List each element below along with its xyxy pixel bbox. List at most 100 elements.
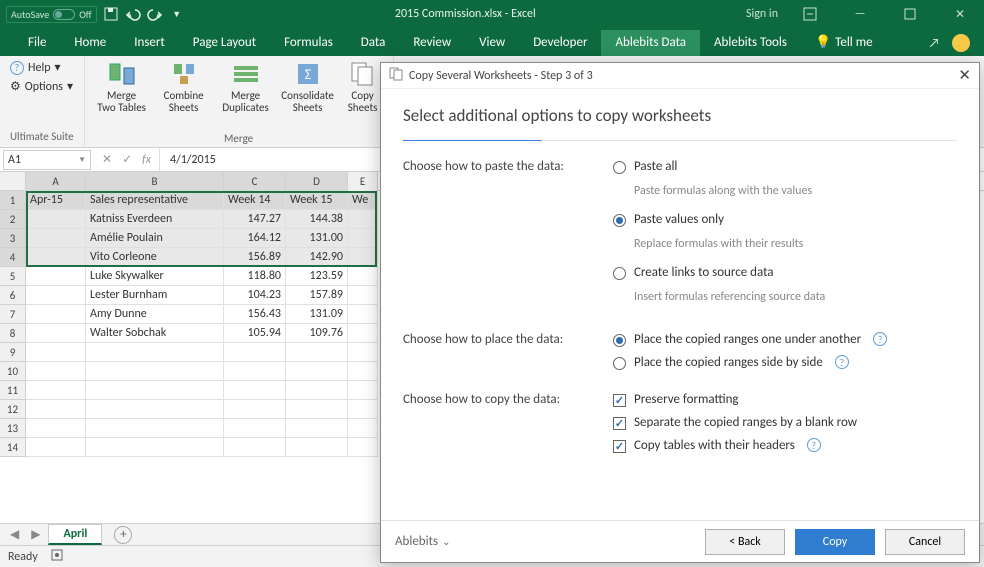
cell[interactable] — [86, 343, 224, 362]
cell[interactable] — [26, 419, 86, 438]
check-copy-headers[interactable]: Copy tables with their headers? — [613, 438, 957, 453]
row-header[interactable]: 4 — [0, 248, 26, 267]
cell[interactable]: Week 15 — [286, 191, 348, 210]
check-preserve-formatting[interactable]: Preserve formatting — [613, 392, 957, 407]
sheet-nav-next-icon[interactable]: ▶ — [27, 527, 44, 542]
merge-two-tables-button[interactable]: Merge Two Tables — [95, 60, 149, 114]
smiley-icon[interactable] — [952, 34, 970, 52]
formula-value[interactable]: 4/1/2015 — [160, 153, 216, 167]
col-header[interactable]: A — [26, 172, 86, 191]
macro-record-icon[interactable] — [50, 548, 64, 566]
cell[interactable] — [348, 267, 378, 286]
cell[interactable]: Luke Skywalker — [86, 267, 224, 286]
cell[interactable]: 157.89 — [286, 286, 348, 305]
tab-data[interactable]: Data — [347, 30, 400, 56]
cell[interactable]: 156.43 — [224, 305, 286, 324]
row-header[interactable]: 11 — [0, 381, 26, 400]
row-header[interactable]: 14 — [0, 438, 26, 457]
cell[interactable]: 109.76 — [286, 324, 348, 343]
help-icon[interactable]: ? — [835, 355, 849, 369]
row-header[interactable]: 2 — [0, 210, 26, 229]
brand-label[interactable]: Ablebits ⌄ — [395, 534, 450, 549]
cell[interactable] — [26, 400, 86, 419]
cell[interactable]: 118.80 — [224, 267, 286, 286]
cell[interactable] — [348, 324, 378, 343]
radio-place-under[interactable]: Place the copied ranges one under anothe… — [613, 332, 957, 347]
cell[interactable]: 131.00 — [286, 229, 348, 248]
cell[interactable] — [348, 362, 378, 381]
col-header[interactable]: D — [286, 172, 348, 191]
dialog-close-icon[interactable]: ✕ — [958, 66, 971, 85]
cell[interactable] — [348, 381, 378, 400]
cell[interactable]: 104.23 — [224, 286, 286, 305]
cell[interactable]: 105.94 — [224, 324, 286, 343]
cell[interactable] — [26, 286, 86, 305]
row-header[interactable]: 8 — [0, 324, 26, 343]
row-header[interactable]: 6 — [0, 286, 26, 305]
cell[interactable] — [86, 381, 224, 400]
cell[interactable] — [86, 362, 224, 381]
cell[interactable]: Apr-15 — [26, 191, 86, 210]
cell[interactable] — [348, 343, 378, 362]
cell[interactable]: Amélie Poulain — [86, 229, 224, 248]
radio-paste-values[interactable]: Paste values only — [613, 212, 957, 227]
cell[interactable]: 123.59 — [286, 267, 348, 286]
share-icon[interactable]: ↗ — [929, 36, 940, 51]
tab-view[interactable]: View — [465, 30, 519, 56]
cell[interactable] — [286, 400, 348, 419]
row-header[interactable]: 5 — [0, 267, 26, 286]
enter-formula-icon[interactable]: ✓ — [122, 152, 132, 167]
redo-icon[interactable] — [147, 6, 163, 22]
undo-icon[interactable] — [125, 6, 141, 22]
cell[interactable] — [26, 210, 86, 229]
cell[interactable]: We — [348, 191, 378, 210]
back-button[interactable]: < Back — [705, 529, 785, 555]
tab-tellme[interactable]: 💡Tell me — [801, 30, 887, 56]
cell[interactable] — [286, 381, 348, 400]
help-icon[interactable]: ? — [807, 438, 821, 452]
radio-create-links[interactable]: Create links to source data — [613, 265, 957, 280]
save-icon[interactable] — [103, 6, 119, 22]
tab-ablebits-data[interactable]: Ablebits Data — [601, 30, 700, 56]
cell[interactable] — [26, 343, 86, 362]
consolidate-sheets-button[interactable]: ΣConsolidate Sheets — [281, 60, 335, 114]
sheet-nav-prev-icon[interactable]: ◀ — [6, 527, 23, 542]
cell[interactable] — [224, 400, 286, 419]
row-header[interactable]: 3 — [0, 229, 26, 248]
cell[interactable] — [26, 438, 86, 457]
cell[interactable]: 164.12 — [224, 229, 286, 248]
minimize-icon[interactable]: — — [842, 2, 878, 26]
cell[interactable] — [26, 229, 86, 248]
cell[interactable] — [224, 381, 286, 400]
close-icon[interactable]: ✕ — [942, 2, 978, 26]
cell[interactable] — [26, 324, 86, 343]
cell[interactable]: Vito Corleone — [86, 248, 224, 267]
cell[interactable]: Amy Dunne — [86, 305, 224, 324]
cell[interactable] — [224, 419, 286, 438]
col-header[interactable]: C — [224, 172, 286, 191]
cell[interactable]: Katniss Everdeen — [86, 210, 224, 229]
cell[interactable]: Sales representative — [86, 191, 224, 210]
help-button[interactable]: ?Help ▾ — [10, 60, 61, 75]
cancel-button[interactable]: Cancel — [885, 529, 965, 555]
cell[interactable] — [348, 286, 378, 305]
maximize-icon[interactable] — [892, 2, 928, 26]
tab-ablebits-tools[interactable]: Ablebits Tools — [700, 30, 801, 56]
cell[interactable]: Lester Burnham — [86, 286, 224, 305]
tab-insert[interactable]: Insert — [120, 30, 179, 56]
help-icon[interactable]: ? — [873, 332, 887, 346]
name-box[interactable]: A1▼ — [3, 150, 91, 170]
tab-page-layout[interactable]: Page Layout — [179, 30, 270, 56]
cell[interactable] — [86, 400, 224, 419]
radio-paste-all[interactable]: Paste all — [613, 159, 957, 174]
fx-icon[interactable]: fx — [142, 153, 151, 167]
copy-sheets-button[interactable]: Copy Sheets — [343, 60, 383, 114]
check-separate-blank[interactable]: Separate the copied ranges by a blank ro… — [613, 415, 957, 430]
merge-duplicates-button[interactable]: Merge Duplicates — [219, 60, 273, 114]
cell[interactable] — [224, 343, 286, 362]
cell[interactable] — [348, 229, 378, 248]
cell[interactable] — [348, 305, 378, 324]
cell[interactable] — [86, 419, 224, 438]
cell[interactable] — [86, 438, 224, 457]
cell[interactable] — [26, 305, 86, 324]
